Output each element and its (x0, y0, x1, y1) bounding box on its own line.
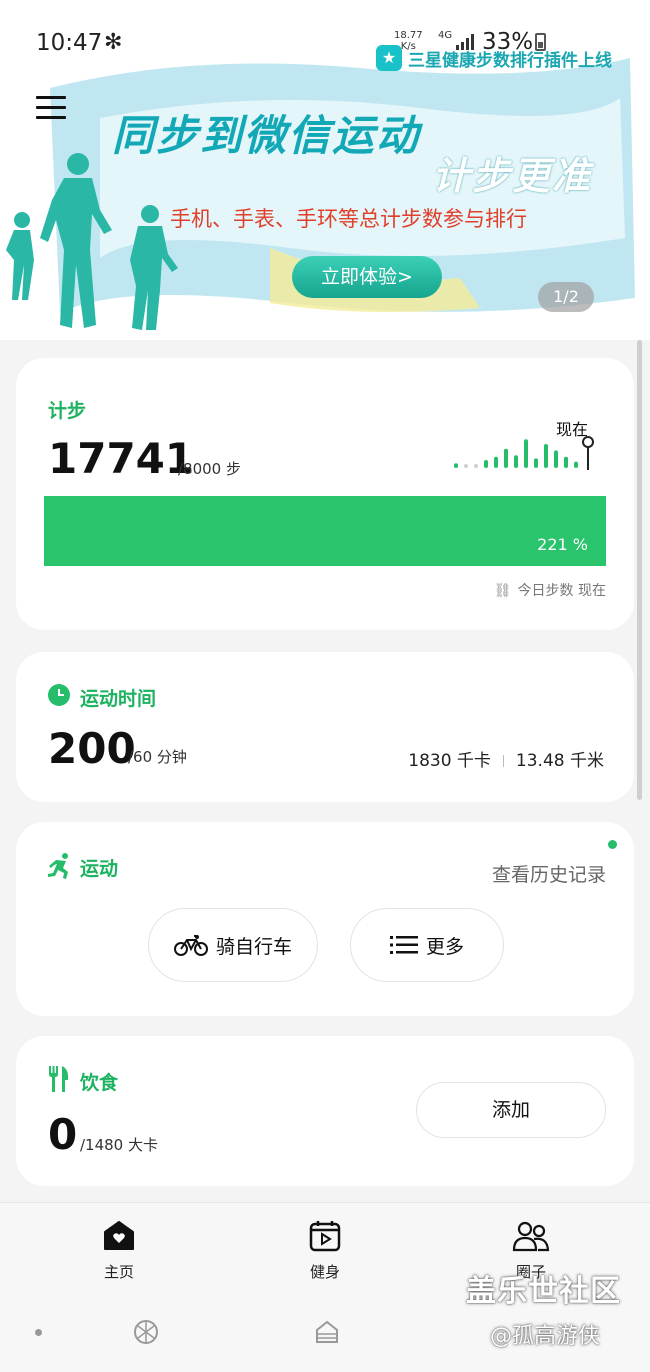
hourly-bar (504, 448, 508, 468)
network-type: 4G (438, 30, 453, 41)
cycling-label: 骑自行车 (215, 935, 292, 958)
battery-percent: 33% (482, 29, 534, 55)
food-title: 饮食 (80, 1072, 119, 1094)
hourly-bar (554, 450, 558, 468)
hourly-bar (544, 444, 548, 468)
more-label: 更多 (425, 935, 464, 958)
sports-title: 运动 (80, 858, 119, 880)
more-sports-button[interactable]: 更多 (350, 908, 504, 982)
steps-progress-bar: 221 % (44, 496, 606, 566)
cycling-button[interactable]: 骑自行车 (148, 908, 318, 982)
list-icon (389, 936, 418, 954)
home-icon (104, 1221, 134, 1250)
fork-knife-icon (49, 1066, 69, 1092)
runners-illustration (6, 153, 178, 330)
running-icon (48, 853, 68, 879)
steps-value: 17741 (48, 434, 195, 483)
steps-goal: /8000 步 (178, 460, 241, 478)
hourly-bar (454, 463, 458, 468)
calendar-play-icon (309, 1221, 341, 1252)
add-food-button[interactable]: 添加 (416, 1082, 606, 1138)
nav-fitness-label: 健身 (309, 1263, 340, 1281)
game-booster-icon[interactable] (313, 1318, 341, 1346)
hourly-bar (494, 456, 498, 468)
now-marker (582, 436, 594, 448)
steps-title: 计步 (48, 400, 87, 422)
banner-subtitle: 手机、手表、手环等总计步数参与排行 (170, 207, 527, 231)
signal-icon (456, 34, 474, 50)
fan-icon: ✻ (104, 30, 123, 55)
banner-headline-2: 计步更准 (432, 154, 593, 198)
hourly-bar (564, 456, 568, 468)
people-icon (512, 1221, 550, 1252)
system-dot (35, 1329, 42, 1336)
hourly-bar (484, 460, 488, 468)
try-now-button[interactable]: 立即体验> (292, 256, 442, 298)
calories: 1830 千卡 (408, 751, 491, 771)
view-history-link[interactable]: 查看历史记录 (492, 860, 606, 887)
app-shortcut-icon[interactable] (132, 1318, 160, 1346)
user-watermark: @孤高游侠 (490, 1324, 601, 1349)
nav-fitness[interactable]: 健身 (275, 1219, 375, 1282)
scrollbar[interactable] (637, 340, 642, 800)
menu-button[interactable] (36, 96, 66, 126)
steps-link-text: 今日步数 现在 (517, 583, 606, 599)
hourly-bar (524, 439, 528, 468)
network-speed: 18.77 K/s (394, 30, 423, 52)
divider (502, 755, 504, 767)
exercise-time-card[interactable]: 运动时间 200 /60 分钟 1830 千卡 13.48 千米 (16, 652, 634, 802)
nav-home[interactable]: 主页 (69, 1219, 169, 1282)
clock-icon (48, 684, 70, 706)
exercise-time-title: 运动时间 (80, 688, 157, 710)
steps-source-link[interactable]: ⛓ 今日步数 现在 (494, 580, 606, 600)
hourly-bar (464, 464, 468, 468)
network-speed-unit: K/s (400, 41, 416, 52)
clock: 10:47 (36, 30, 103, 56)
forum-watermark: 盖乐世社区 (466, 1274, 621, 1309)
steps-card[interactable]: 计步 17741 /8000 步 现在 221 % ⛓ 今日步数 现在 (16, 358, 634, 630)
menu-icon-bar (36, 106, 66, 109)
nav-home-label: 主页 (103, 1263, 134, 1281)
sports-card[interactable]: 运动 查看历史记录 骑自行车 更多 (16, 822, 634, 1016)
battery-icon (535, 33, 546, 51)
hourly-bar (474, 464, 478, 468)
menu-icon-bar (36, 116, 66, 119)
banner-headline-1: 同步到微信运动 (112, 111, 421, 160)
food-goal: /1480 大卡 (80, 1136, 158, 1154)
hourly-bar (534, 458, 538, 468)
food-card[interactable]: 饮食 0 /1480 大卡 添加 (16, 1036, 634, 1186)
banner-pager: 1/2 (538, 282, 594, 312)
link-icon: ⛓ (493, 583, 512, 599)
distance: 13.48 千米 (515, 751, 604, 771)
notification-dot (608, 840, 617, 849)
menu-icon-bar (36, 96, 66, 99)
hourly-bar (514, 455, 518, 468)
status-bar: 10:47 ✻ 18.77 K/s 4G 33% (0, 0, 650, 80)
hourly-steps-chart (454, 436, 594, 470)
bicycle-icon (173, 935, 208, 956)
network-speed-value: 18.77 (394, 30, 423, 41)
exercise-time-value: 200 (48, 724, 136, 773)
food-value: 0 (48, 1110, 78, 1159)
exercise-stats: 1830 千卡 13.48 千米 (408, 746, 604, 771)
steps-progress-percent: 221 % (537, 535, 588, 554)
exercise-time-goal: /60 分钟 (128, 748, 187, 766)
steps-progress-fill (44, 496, 606, 566)
hourly-bar (574, 461, 578, 468)
